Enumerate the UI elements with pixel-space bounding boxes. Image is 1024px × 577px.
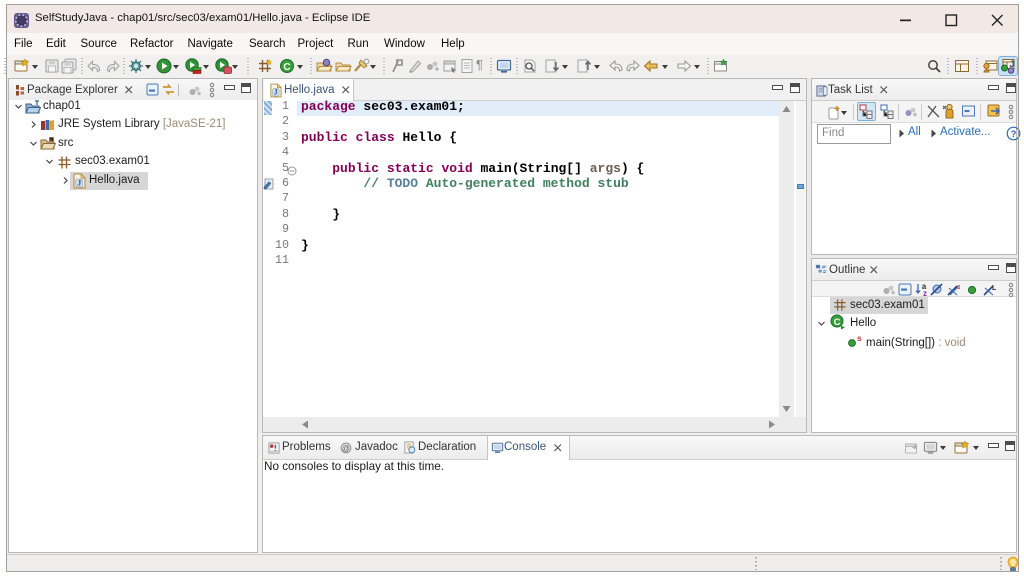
svg-text:C: C	[283, 62, 290, 73]
svg-text:z: z	[923, 289, 927, 297]
svg-text:s: s	[957, 284, 960, 291]
svg-text:?: ?	[1011, 129, 1017, 140]
svg-text:J: J	[77, 178, 82, 188]
svg-text:J: J	[274, 88, 278, 97]
svg-text:@: @	[342, 444, 350, 453]
svg-text:L: L	[992, 285, 996, 292]
svg-text:C: C	[834, 317, 841, 328]
